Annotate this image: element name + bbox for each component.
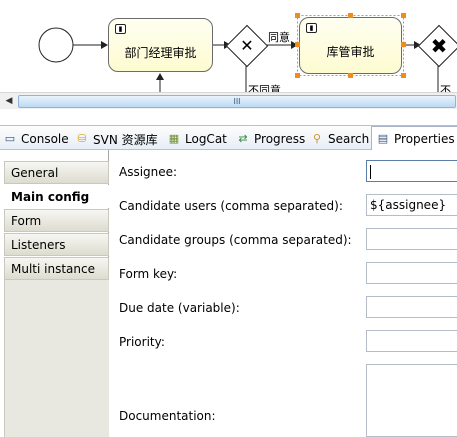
horizontal-scrollbar[interactable]: ◀ III (0, 92, 457, 109)
main-config-form: Assignee: Candidate users (comma separat… (110, 150, 457, 437)
documentation-textarea[interactable] (366, 364, 457, 437)
resize-handle[interactable] (295, 13, 300, 18)
start-event (38, 27, 74, 63)
task-label: 部门经理审批 (124, 46, 197, 60)
tab-logcat[interactable]: ▦ LogCat (167, 129, 227, 149)
nav-item-multi-instance[interactable]: Multi instance (4, 257, 109, 280)
nav-item-listeners[interactable]: Listeners (4, 233, 109, 256)
scroll-left-arrow-icon[interactable]: ◀ (1, 94, 17, 109)
tab-label: Progress (254, 132, 306, 146)
resize-handle[interactable] (295, 42, 300, 47)
candidate-users-field[interactable]: ${assignee} (366, 194, 457, 216)
priority-field[interactable] (366, 330, 457, 352)
spacer (0, 109, 457, 125)
console-icon: ▭ (4, 132, 16, 145)
nav-item-general[interactable]: General (4, 161, 109, 184)
due-date-label: Due date (variable): (119, 301, 240, 315)
form-key-label: Form key: (119, 267, 178, 281)
view-tab-bar: ▭ Console ⛁ SVN 资源库 ▦ LogCat ⇄ Progress … (0, 125, 457, 151)
scrollbar-grip-icon: III (233, 97, 241, 106)
task-department-manager-approval[interactable]: ▮ 部门经理审批 (108, 18, 213, 72)
search-icon: ⚲ (312, 132, 322, 145)
documentation-label: Documentation: (119, 409, 216, 423)
process-diagram-canvas[interactable]: ▮ 部门经理审批 ✕ ▮ 库管审批 ✖ 同意 不同意 不同意 (0, 0, 457, 92)
due-date-field[interactable] (366, 296, 457, 318)
user-task-icon: ▮ (115, 24, 126, 34)
scrollbar-thumb[interactable]: III (18, 95, 456, 108)
resize-handle[interactable] (348, 13, 353, 18)
gateway-x-icon: ✖ (430, 34, 448, 58)
priority-label: Priority: (119, 335, 165, 349)
tab-console[interactable]: ▭ Console (3, 129, 69, 149)
properties-section-nav: General Main config Form Listeners Multi… (0, 150, 109, 437)
assignee-label: Assignee: (119, 165, 178, 179)
resize-handle[interactable] (348, 73, 353, 78)
nav-item-form[interactable]: Form (4, 209, 109, 232)
tab-label: SVN 资源库 (93, 132, 158, 147)
tab-label: Console (21, 132, 69, 146)
tab-label: LogCat (185, 132, 227, 146)
logcat-icon: ▦ (168, 132, 180, 145)
candidate-groups-label: Candidate groups (comma separated): (119, 233, 352, 247)
tab-search[interactable]: ⚲ Search (310, 129, 369, 149)
task-warehouse-approval[interactable]: ▮ 库管审批 (299, 17, 402, 74)
tab-svn[interactable]: ⛁ SVN 资源库 (75, 129, 158, 149)
nav-item-main-config[interactable]: Main config (4, 185, 109, 208)
user-task-icon: ▮ (306, 23, 317, 33)
resize-handle[interactable] (401, 42, 406, 47)
candidate-users-label: Candidate users (comma separated): (119, 199, 343, 213)
resize-handle[interactable] (401, 73, 406, 78)
resize-handle[interactable] (295, 73, 300, 78)
nav-filler (4, 280, 109, 437)
candidate-groups-field[interactable] (366, 228, 457, 250)
tab-progress[interactable]: ⇄ Progress (236, 129, 305, 149)
tab-label: Properties (394, 132, 455, 146)
task-label: 库管审批 (326, 45, 375, 59)
svn-icon: ⛁ (77, 132, 87, 145)
tab-properties[interactable]: ▤ Properties (371, 126, 457, 151)
edge-label-disagree[interactable]: 不同意 (248, 82, 281, 92)
resize-handle[interactable] (401, 13, 406, 18)
assignee-field[interactable] (366, 160, 457, 182)
edge-label-agree[interactable]: 同意 (268, 29, 290, 45)
text-caret (370, 164, 371, 179)
properties-icon: ▤ (377, 132, 389, 145)
tab-label: Search (328, 132, 370, 146)
gateway-x-icon: ✕ (240, 36, 254, 55)
form-key-field[interactable] (366, 262, 457, 284)
edge-label-disagree[interactable]: 不同意 (440, 82, 457, 92)
progress-icon: ⇄ (238, 132, 248, 145)
